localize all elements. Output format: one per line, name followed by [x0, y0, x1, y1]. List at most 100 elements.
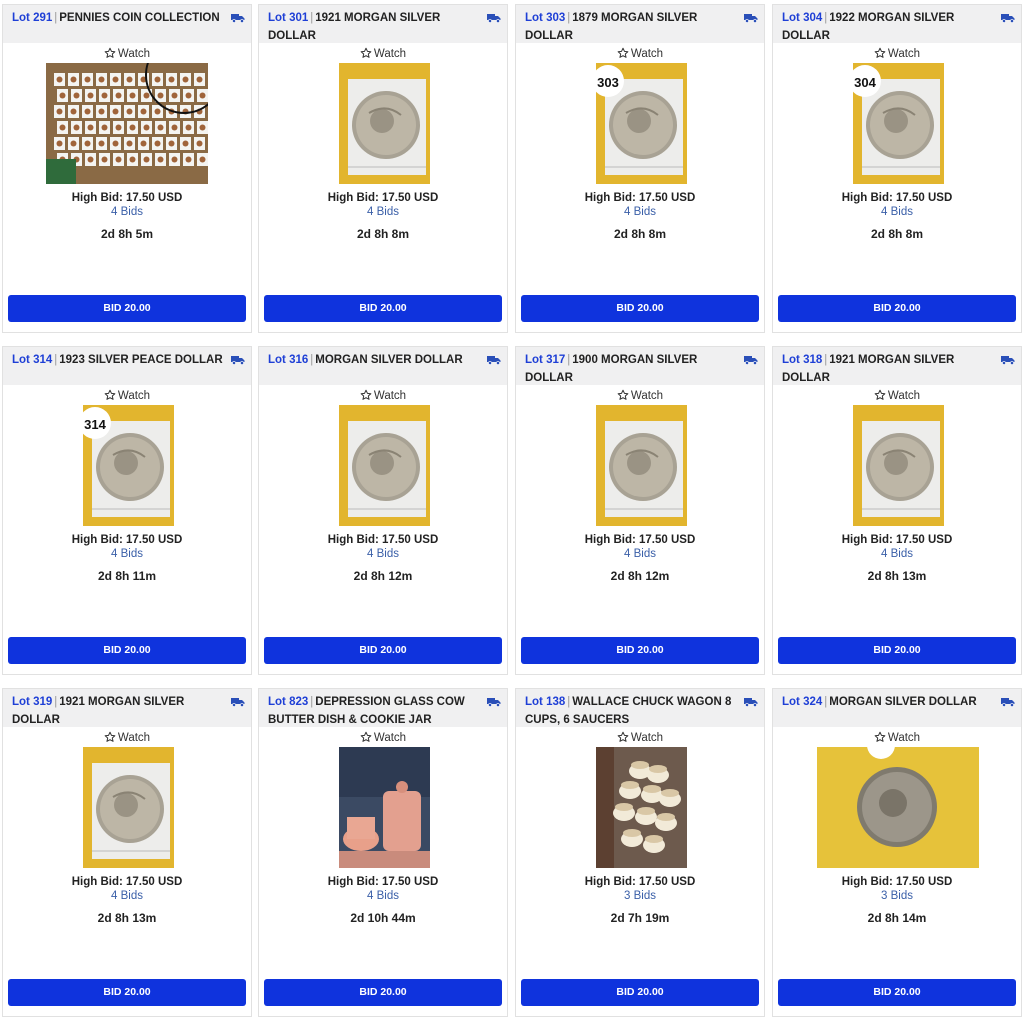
lot-number-link[interactable]: Lot 301 [268, 12, 308, 24]
lot-card-header: Lot 316 | MORGAN SILVER DOLLAR [259, 347, 507, 385]
bid-count-link[interactable]: 4 Bids [3, 890, 251, 902]
bid-button[interactable]: BID 20.00 [264, 979, 502, 1006]
high-bid-text: High Bid: 17.50 USD [584, 534, 696, 546]
separator: | [54, 354, 58, 366]
lot-number-link[interactable]: Lot 324 [782, 696, 822, 708]
bid-button[interactable]: BID 20.00 [264, 295, 502, 322]
bid-count-link[interactable]: 4 Bids [259, 548, 507, 560]
lot-card: Lot 291 | PENNIES COIN COLLECTION Watch High… [2, 4, 252, 333]
bid-button[interactable]: BID 20.00 [778, 637, 1016, 664]
bid-count-link[interactable]: 4 Bids [3, 548, 251, 560]
time-remaining: 2d 8h 13m [867, 569, 927, 583]
watch-button[interactable]: Watch [516, 730, 764, 746]
time-remaining: 2d 8h 11m [97, 569, 157, 583]
watch-button[interactable]: Watch [3, 730, 251, 746]
star-outline-icon [617, 47, 631, 60]
truck-icon [744, 11, 758, 23]
watch-button[interactable]: Watch [773, 46, 1021, 62]
coin-yellow-photo[interactable] [817, 747, 979, 868]
bid-button[interactable]: BID 20.00 [8, 637, 246, 664]
lot-card-header: Lot 314 | 1923 SILVER PEACE DOLLAR [3, 347, 251, 385]
separator: | [567, 696, 571, 708]
lot-title[interactable]: MORGAN SILVER DOLLAR [829, 696, 976, 708]
time-remaining: 2d 8h 13m [97, 911, 157, 925]
coin-photo[interactable] [596, 405, 687, 526]
coin-photo[interactable] [853, 405, 944, 526]
time-remaining: 2d 10h 44m [350, 911, 416, 925]
lot-number-link[interactable]: Lot 303 [525, 12, 565, 24]
bid-button[interactable]: BID 20.00 [8, 295, 246, 322]
bid-count-link[interactable]: 4 Bids [516, 206, 764, 218]
separator: | [567, 354, 571, 366]
watch-button[interactable]: Watch [516, 46, 764, 62]
bid-count-link[interactable]: 4 Bids [259, 890, 507, 902]
bid-button[interactable]: BID 20.00 [778, 295, 1016, 322]
lot-title[interactable]: 1923 SILVER PEACE DOLLAR [59, 354, 222, 366]
separator: | [567, 12, 571, 24]
watch-label: Watch [630, 48, 664, 60]
bid-count-link[interactable]: 4 Bids [516, 548, 764, 560]
lot-number-link[interactable]: Lot 138 [525, 696, 565, 708]
watch-button[interactable]: Watch [259, 46, 507, 62]
watch-label: Watch [373, 48, 407, 60]
watch-label: Watch [373, 390, 407, 402]
watch-label: Watch [887, 390, 921, 402]
lot-number-link[interactable]: Lot 317 [525, 354, 565, 366]
bid-button[interactable]: BID 20.00 [521, 637, 759, 664]
watch-button[interactable]: Watch [3, 388, 251, 404]
lot-number-link[interactable]: Lot 316 [268, 354, 308, 366]
cups-photo[interactable] [596, 747, 687, 868]
watch-button[interactable]: Watch [259, 730, 507, 746]
lot-card-header: Lot 304 | 1922 MORGAN SILVER DOLLAR [773, 5, 1021, 43]
watch-button[interactable]: Watch [773, 388, 1021, 404]
bid-count-link[interactable]: 4 Bids [259, 206, 507, 218]
bid-button[interactable]: BID 20.00 [778, 979, 1016, 1006]
star-outline-icon [617, 731, 631, 744]
star-outline-icon [360, 47, 374, 60]
coin-photo[interactable] [83, 747, 174, 868]
coin-photo[interactable] [339, 405, 430, 526]
lot-card-header: Lot 301 | 1921 MORGAN SILVER DOLLAR [259, 5, 507, 43]
watch-label: Watch [373, 732, 407, 744]
pennies-collection-photo[interactable] [46, 63, 208, 184]
lot-card: Lot 324 | MORGAN SILVER DOLLAR Watch High Bi… [772, 688, 1022, 1017]
bid-button[interactable]: BID 20.00 [8, 979, 246, 1006]
watch-button[interactable]: Watch [3, 46, 251, 62]
lot-card: Lot 318 | 1921 MORGAN SILVER DOLLAR Watch Hi… [772, 346, 1022, 675]
lot-title[interactable]: MORGAN SILVER DOLLAR [315, 354, 462, 366]
high-bid-text: High Bid: 17.50 USD [71, 534, 183, 546]
coin-photo[interactable]: 303 [596, 63, 687, 184]
high-bid-text: High Bid: 17.50 USD [327, 534, 439, 546]
separator: | [310, 12, 314, 24]
truck-icon [487, 695, 501, 707]
watch-button[interactable]: Watch [773, 730, 1021, 746]
watch-button[interactable]: Watch [259, 388, 507, 404]
lot-number-link[interactable]: Lot 318 [782, 354, 822, 366]
star-outline-icon [360, 731, 374, 744]
bid-count-link[interactable]: 4 Bids [3, 206, 251, 218]
star-outline-icon [874, 731, 888, 744]
truck-icon [1001, 353, 1015, 365]
high-bid-text: High Bid: 17.50 USD [71, 192, 183, 204]
lot-number-link[interactable]: Lot 823 [268, 696, 308, 708]
bid-count-link[interactable]: 3 Bids [516, 890, 764, 902]
bid-button[interactable]: BID 20.00 [521, 979, 759, 1006]
lot-number-link[interactable]: Lot 314 [12, 354, 52, 366]
star-outline-icon [874, 47, 888, 60]
bid-count-link[interactable]: 4 Bids [773, 206, 1021, 218]
bid-count-link[interactable]: 3 Bids [773, 890, 1021, 902]
lot-title[interactable]: PENNIES COIN COLLECTION [59, 12, 219, 24]
truck-icon [487, 11, 501, 23]
lot-number-link[interactable]: Lot 319 [12, 696, 52, 708]
watch-button[interactable]: Watch [516, 388, 764, 404]
bid-button[interactable]: BID 20.00 [521, 295, 759, 322]
time-remaining: 2d 8h 8m [356, 227, 410, 241]
bid-button[interactable]: BID 20.00 [264, 637, 502, 664]
glass-jar-photo[interactable] [339, 747, 430, 868]
lot-number-link[interactable]: Lot 304 [782, 12, 822, 24]
lot-number-link[interactable]: Lot 291 [12, 12, 52, 24]
coin-photo[interactable]: 314 [83, 405, 174, 526]
coin-photo[interactable]: 304 [853, 63, 944, 184]
coin-photo[interactable] [339, 63, 430, 184]
bid-count-link[interactable]: 4 Bids [773, 548, 1021, 560]
